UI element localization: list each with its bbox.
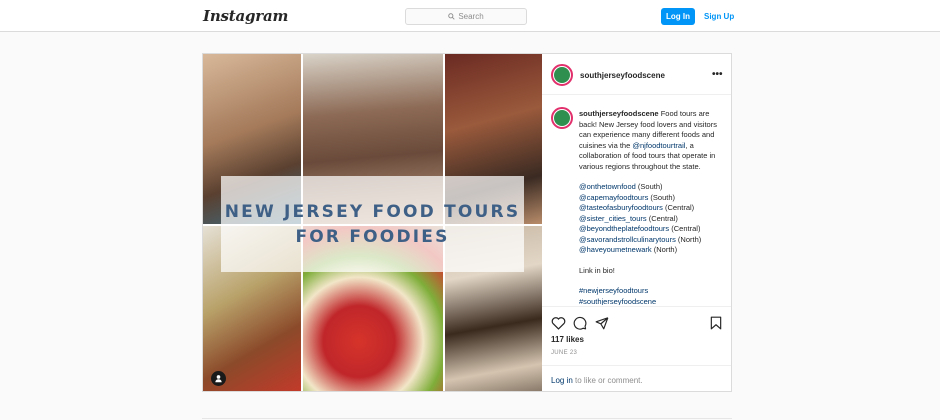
instagram-logo[interactable]: Instagram [203, 7, 288, 25]
post-header: southjerseyfoodscene ••• [542, 54, 731, 95]
next-post-edge [202, 418, 732, 419]
user-tag-icon[interactable] [211, 371, 226, 386]
signup-link[interactable]: Sign Up [704, 8, 734, 25]
mention-link[interactable]: @onthetownfood [579, 182, 636, 191]
mention-link[interactable]: @tasteofasburyfoodtours [579, 203, 663, 212]
avatar[interactable] [551, 64, 573, 86]
hashtag-link[interactable]: #newjerseyfoodtours [579, 286, 648, 295]
more-options-icon[interactable]: ••• [712, 69, 723, 80]
post-date: JUNE 23 [551, 350, 578, 356]
post-actions: 117 likes JUNE 23 Log in to like or comm… [542, 306, 731, 391]
mention-region: (North) [675, 234, 702, 244]
likes-count[interactable]: 117 likes [551, 335, 584, 344]
comment-icon[interactable] [573, 316, 587, 330]
mention-link[interactable]: @njfoodtourtrail [632, 141, 685, 150]
title-banner: NEW JERSEY FOOD TOURS FOR FOODIES [221, 176, 524, 272]
search-input[interactable]: Search [405, 8, 527, 25]
header-username[interactable]: southjerseyfoodscene [580, 71, 665, 80]
search-placeholder: Search [458, 12, 484, 21]
mention-link[interactable]: @haveyoumetnewark [579, 245, 652, 254]
post-image[interactable]: NEW JERSEY FOOD TOURS FOR FOODIES [203, 54, 542, 391]
login-button[interactable]: Log In [661, 8, 695, 25]
mention-link[interactable]: @beyondtheplatefoodtours [579, 224, 669, 233]
banner-line-1: NEW JERSEY FOOD TOURS [224, 202, 521, 222]
hashtag-link[interactable]: #southjerseyfoodscene [579, 297, 656, 306]
post-sidebar: southjerseyfoodscene ••• southjerseyfood… [542, 54, 731, 391]
login-prompt: Log in to like or comment. [542, 365, 731, 392]
search-icon [448, 13, 455, 20]
mention-link[interactable]: @sister_cities_tours [579, 214, 647, 223]
caption-username[interactable]: southjerseyfoodscene [579, 109, 659, 118]
caption-link-in-bio: Link in bio! [579, 265, 615, 275]
post-card: NEW JERSEY FOOD TOURS FOR FOODIES southj… [202, 53, 732, 392]
mention-link[interactable]: @savorandstrollculinarytours [579, 235, 676, 244]
mention-region: (Central) [662, 203, 695, 212]
share-icon[interactable] [595, 316, 609, 330]
caption-avatar[interactable] [551, 107, 573, 129]
heart-icon[interactable] [551, 316, 566, 330]
mention-link[interactable]: @capemayfoodtours [579, 193, 648, 202]
top-nav: Instagram Search Log In Sign Up [0, 0, 940, 32]
mention-region: (South) [648, 192, 676, 202]
post-caption: southjerseyfoodscene Food tours are back… [579, 109, 725, 305]
banner-line-2: FOR FOODIES [295, 227, 450, 247]
bookmark-icon[interactable] [710, 316, 722, 330]
login-prompt-text: to like or comment. [572, 376, 643, 385]
mention-region: (South) [635, 182, 663, 191]
login-link[interactable]: Log in [551, 376, 573, 385]
mention-region: (North) [651, 245, 678, 254]
mention-region: (Central) [669, 224, 701, 233]
mention-region: (Central) [646, 213, 678, 223]
